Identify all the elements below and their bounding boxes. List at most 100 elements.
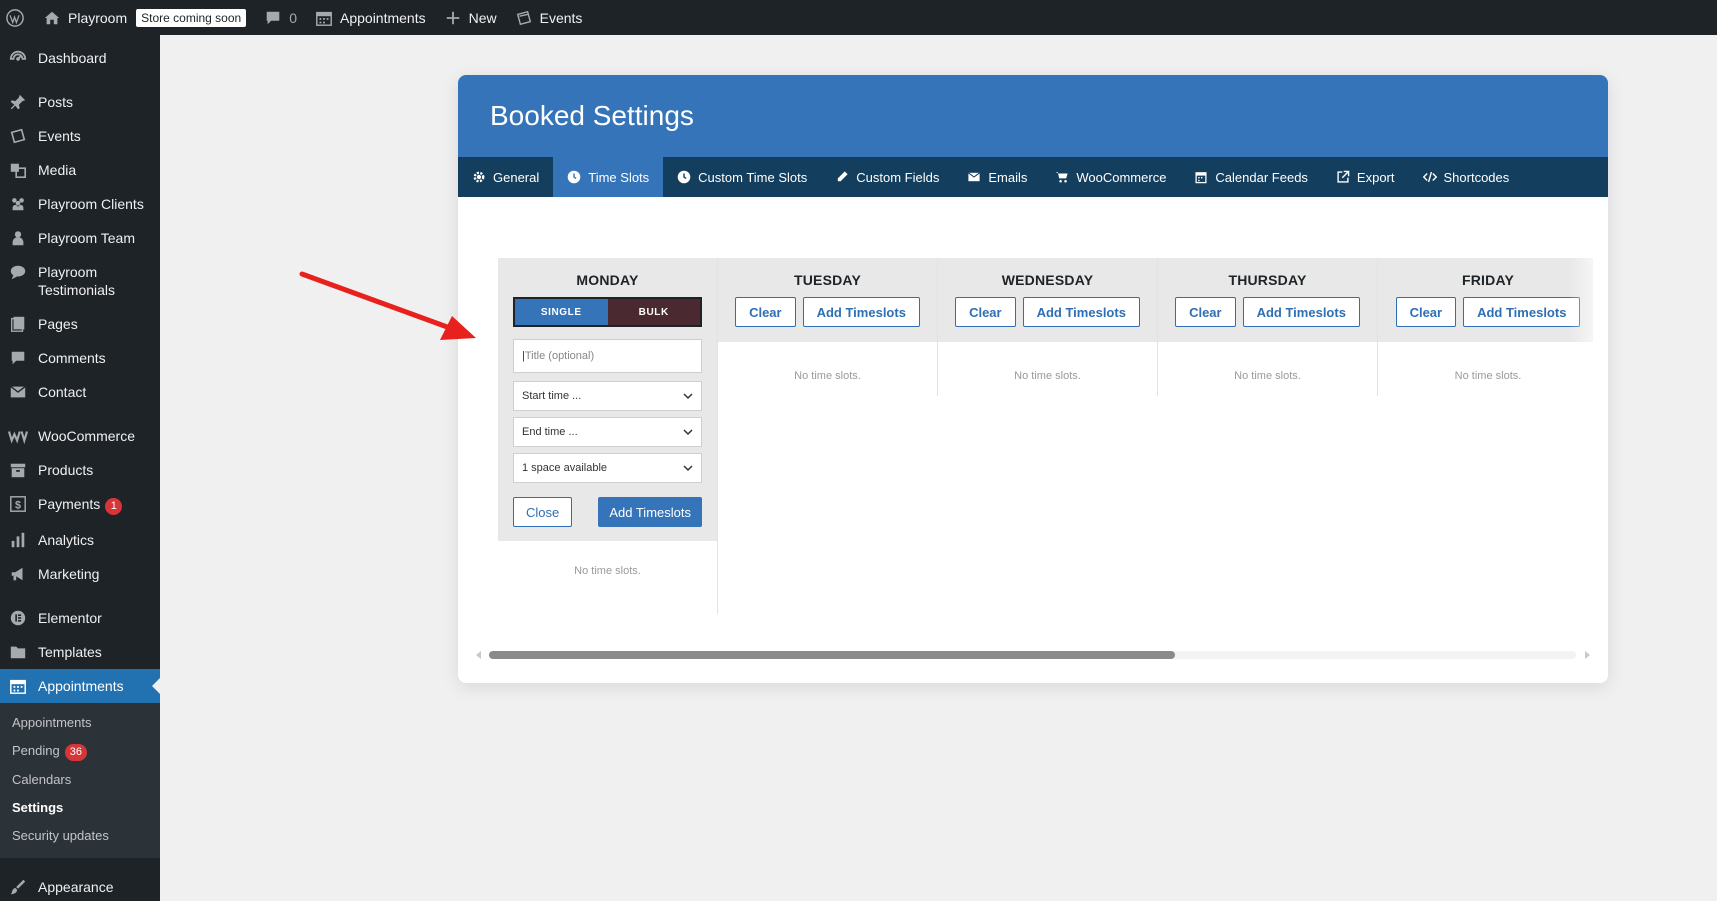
tab-woocommerce[interactable]: WooCommerce	[1041, 157, 1180, 197]
dollar-icon: $	[8, 495, 28, 513]
sidebar-item-label: Marketing	[38, 566, 100, 582]
start-time-select[interactable]: Start time ...	[513, 381, 702, 411]
tab-export[interactable]: Export	[1322, 157, 1409, 197]
sidebar-item-label: Events	[38, 128, 81, 144]
submenu-item-calendars[interactable]: Calendars	[0, 766, 160, 794]
tab-label: Emails	[988, 169, 1028, 185]
admin-sidebar: Dashboard Posts Events Media Playroom Cl…	[0, 35, 160, 901]
home-icon	[44, 11, 60, 24]
submenu-item-appointments[interactable]: Appointments	[0, 709, 160, 737]
clock-icon	[677, 170, 691, 184]
site-name-link[interactable]: Playroom Store coming soon	[34, 0, 255, 35]
sidebar-item-media[interactable]: Media	[0, 153, 160, 187]
sidebar-item-label: Media	[38, 162, 77, 178]
scroll-right-arrow-icon[interactable]	[1585, 651, 1590, 659]
sidebar-item-playroom-clients[interactable]: Playroom Clients	[0, 187, 160, 221]
day-header: MONDAY	[498, 258, 717, 288]
single-toggle-button[interactable]: SINGLE	[515, 299, 608, 325]
clear-button[interactable]: Clear	[735, 297, 796, 327]
submenu-item-security-updates[interactable]: Security updates	[0, 822, 160, 850]
day-column-thursday: THURSDAY Clear Add Timeslots No time slo…	[1158, 258, 1378, 396]
single-bulk-toggle: SINGLE BULK	[513, 297, 702, 327]
tab-general[interactable]: General	[458, 157, 553, 197]
sidebar-item-appointments[interactable]: Appointments	[0, 669, 160, 703]
site-name: Playroom	[68, 9, 128, 26]
submenu-item-settings[interactable]: Settings	[0, 794, 160, 822]
tab-custom-time-slots[interactable]: Custom Time Slots	[663, 157, 821, 197]
tab-shortcodes[interactable]: Shortcodes	[1409, 157, 1524, 197]
sidebar-item-label: Playroom Testimonials	[38, 264, 116, 298]
sidebar-item-payments[interactable]: $ Payments 1	[0, 487, 160, 523]
scrollbar-thumb[interactable]	[489, 651, 1175, 659]
spaces-available-select[interactable]: 1 space available	[513, 453, 702, 483]
add-timeslots-button[interactable]: Add Timeslots	[1242, 297, 1360, 327]
sidebar-item-products[interactable]: Products	[0, 453, 160, 487]
day-name: THURSDAY	[1228, 272, 1307, 288]
tab-label: WooCommerce	[1076, 169, 1167, 185]
empty-slots-text: No time slots.	[1454, 370, 1522, 382]
add-timeslots-button[interactable]: Add Timeslots	[1463, 297, 1581, 327]
day-column-friday: FRIDAY Clear Add Timeslots No time slots…	[1378, 258, 1593, 396]
sidebar-item-woocommerce[interactable]: WooCommerce	[0, 419, 160, 453]
timeslot-title-input[interactable]: | Title (optional)	[513, 339, 702, 373]
add-timeslots-submit-button[interactable]: Add Timeslots	[598, 497, 702, 527]
spaces-value: 1 space available	[522, 462, 608, 474]
chevron-down-icon	[683, 393, 693, 400]
external-link-icon	[1337, 170, 1350, 183]
events-link[interactable]: Events	[506, 0, 592, 35]
empty-slots-text: No time slots.	[1014, 370, 1081, 382]
chevron-down-icon	[683, 465, 693, 472]
code-icon	[1422, 171, 1437, 183]
sidebar-item-templates[interactable]: Templates	[0, 635, 160, 669]
submenu-item-pending[interactable]: Pending 36	[0, 737, 160, 766]
appointments-link[interactable]: Appointments	[306, 0, 435, 35]
add-timeslots-button[interactable]: Add Timeslots	[802, 297, 920, 327]
close-button[interactable]: Close	[513, 497, 573, 527]
sidebar-item-appearance[interactable]: Appearance	[0, 870, 160, 901]
tab-label: Time Slots	[588, 169, 650, 185]
appointments-submenu: Appointments Pending 36 Calendars Setting…	[0, 703, 160, 858]
elementor-icon	[8, 609, 28, 627]
sidebar-item-analytics[interactable]: Analytics	[0, 523, 160, 557]
gear-icon	[473, 171, 485, 183]
settings-tabs: General Time Slots Custom Time Slots Cus…	[458, 157, 1608, 197]
clear-button[interactable]: Clear	[955, 297, 1016, 327]
tab-emails[interactable]: Emails	[953, 157, 1041, 197]
calendar-icon	[1195, 172, 1207, 184]
clear-button[interactable]: Clear	[1395, 297, 1457, 327]
bar-chart-icon	[8, 531, 28, 549]
empty-slots-text: No time slots.	[794, 370, 861, 382]
payments-count-badge: 1	[105, 498, 123, 515]
end-time-select[interactable]: End time ...	[513, 417, 702, 447]
calendar-icon	[316, 11, 332, 26]
store-status-badge[interactable]: Store coming soon	[136, 8, 247, 27]
sidebar-item-playroom-team[interactable]: Playroom Team	[0, 221, 160, 255]
clear-button[interactable]: Clear	[1175, 297, 1236, 327]
horizontal-scrollbar[interactable]	[476, 648, 1590, 662]
comments-link[interactable]: 0	[255, 0, 306, 35]
wordpress-logo-icon[interactable]	[0, 0, 34, 35]
new-content-link[interactable]: New	[435, 0, 506, 35]
sidebar-item-label: Pages	[38, 316, 78, 332]
sidebar-item-label: Analytics	[38, 532, 95, 548]
tab-time-slots[interactable]: Time Slots	[553, 157, 664, 197]
end-time-value: End time ...	[522, 426, 578, 438]
tab-custom-fields[interactable]: Custom Fields	[821, 157, 953, 197]
sidebar-item-elementor[interactable]: Elementor	[0, 601, 160, 635]
day-column-tuesday: TUESDAY Clear Add Timeslots No time slot…	[718, 258, 938, 396]
add-timeslots-button[interactable]: Add Timeslots	[1022, 297, 1140, 327]
scroll-left-arrow-icon[interactable]	[476, 651, 481, 659]
tab-calendar-feeds[interactable]: Calendar Feeds	[1180, 157, 1322, 197]
sidebar-item-comments[interactable]: Comments	[0, 341, 160, 375]
sidebar-item-events[interactable]: Events	[0, 119, 160, 153]
megaphone-icon	[8, 565, 28, 583]
sidebar-item-pages[interactable]: Pages	[0, 307, 160, 341]
folder-icon	[8, 643, 28, 661]
bulk-toggle-button[interactable]: BULK	[607, 299, 700, 325]
sidebar-item-dashboard[interactable]: Dashboard	[0, 41, 160, 75]
sidebar-item-marketing[interactable]: Marketing	[0, 557, 160, 591]
sidebar-item-posts[interactable]: Posts	[0, 85, 160, 119]
sidebar-item-playroom-testimonials[interactable]: Playroom Testimonials	[0, 255, 160, 307]
sidebar-item-contact[interactable]: Contact	[0, 375, 160, 409]
pin-icon	[8, 93, 28, 111]
